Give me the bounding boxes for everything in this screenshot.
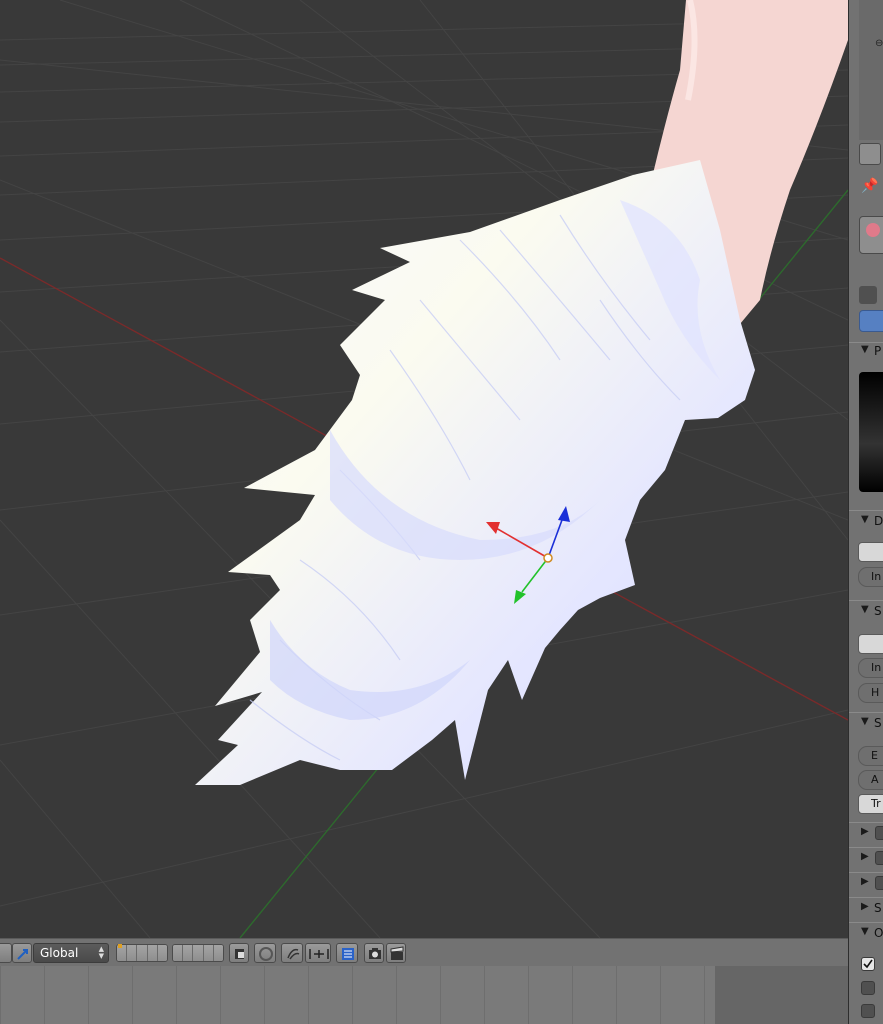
3d-view-header: Global ▲ ▼ [0,938,848,966]
material-preview-image [859,372,883,492]
zoom-minus-icon[interactable]: ⊖ [875,38,883,49]
pin-icon[interactable]: 📌 [861,178,878,194]
panel-collapse-icon[interactable]: ▼ [861,344,869,355]
render-icon[interactable] [364,943,384,963]
diffuse-color-field[interactable] [858,542,883,562]
shading-translucency-field[interactable]: Tr [858,794,883,814]
timeline-frames[interactable] [0,966,715,1024]
manipulator-icon[interactable] [0,943,12,963]
panel-label-strand[interactable]: S [874,901,882,915]
material-browse-icon[interactable] [859,286,877,304]
panel-expand-icon[interactable]: ▶ [861,901,869,912]
active-layer-dot-icon [118,944,122,948]
diffuse-intensity-field[interactable]: In [858,567,883,587]
object-origin-icon [543,553,553,563]
panel-enable-checkbox[interactable] [875,826,883,840]
timeline-area[interactable] [0,966,848,1024]
timeline-out-of-range [715,966,848,1024]
panel-collapse-icon[interactable]: ▼ [861,604,869,615]
panel-collapse-icon[interactable]: ▼ [861,514,869,525]
panel-expand-icon[interactable]: ▶ [861,876,869,887]
render-preview-icon[interactable] [254,943,276,963]
ruler-icon[interactable] [336,943,358,963]
panel-label-diffuse[interactable]: D [874,514,883,528]
viewport-scene [0,0,848,938]
lock-camera-icon[interactable] [229,943,249,963]
proportional-icon[interactable] [305,943,331,963]
shading-ambient-field[interactable]: A [858,770,883,790]
properties-upper-area [859,0,883,140]
panel-label-options[interactable]: O [874,926,883,940]
panel-label-preview[interactable]: P [874,344,881,358]
transform-orientation-value: Global [40,946,79,960]
scene-layers-grid[interactable] [116,944,168,962]
snap-icon[interactable] [281,943,303,963]
panel-collapse-icon[interactable]: ▼ [861,716,869,727]
panel-enable-checkbox[interactable] [875,851,883,865]
material-name-field[interactable] [859,310,883,332]
3d-viewport[interactable] [0,0,848,938]
clapper-icon[interactable] [386,943,406,963]
material-slot-preview[interactable] [859,216,883,254]
panel-enable-checkbox[interactable] [875,876,883,890]
transform-orientation-select[interactable]: Global ▲ ▼ [33,943,109,963]
panel-collapse-icon[interactable]: ▼ [861,926,869,937]
panel-label-shading[interactable]: S [874,716,882,730]
panel-label-specular[interactable]: S [874,604,882,618]
manipulator-mode-icon[interactable] [12,943,32,963]
material-sphere-icon [866,223,880,237]
specular-color-field[interactable] [858,634,883,654]
chevron-updown-icon: ▲ ▼ [98,945,104,960]
panel-editor-type-icon[interactable] [859,143,881,165]
option-checkbox-3[interactable] [861,1004,875,1018]
panel-expand-icon[interactable]: ▶ [861,826,869,837]
specular-intensity-field[interactable]: In [858,658,883,678]
properties-panel: ⊖ 📌 ▼ P ▼ D In ▼ S In H ▼ S E A Tr ▶ ▶ ▶… [848,0,883,1024]
specular-hardness-field[interactable]: H [858,683,883,703]
scene-layers-grid-2[interactable] [172,944,224,962]
shading-emit-field[interactable]: E [858,746,883,766]
option-checkbox-1[interactable] [861,957,875,971]
panel-expand-icon[interactable]: ▶ [861,851,869,862]
option-checkbox-2[interactable] [861,981,875,995]
